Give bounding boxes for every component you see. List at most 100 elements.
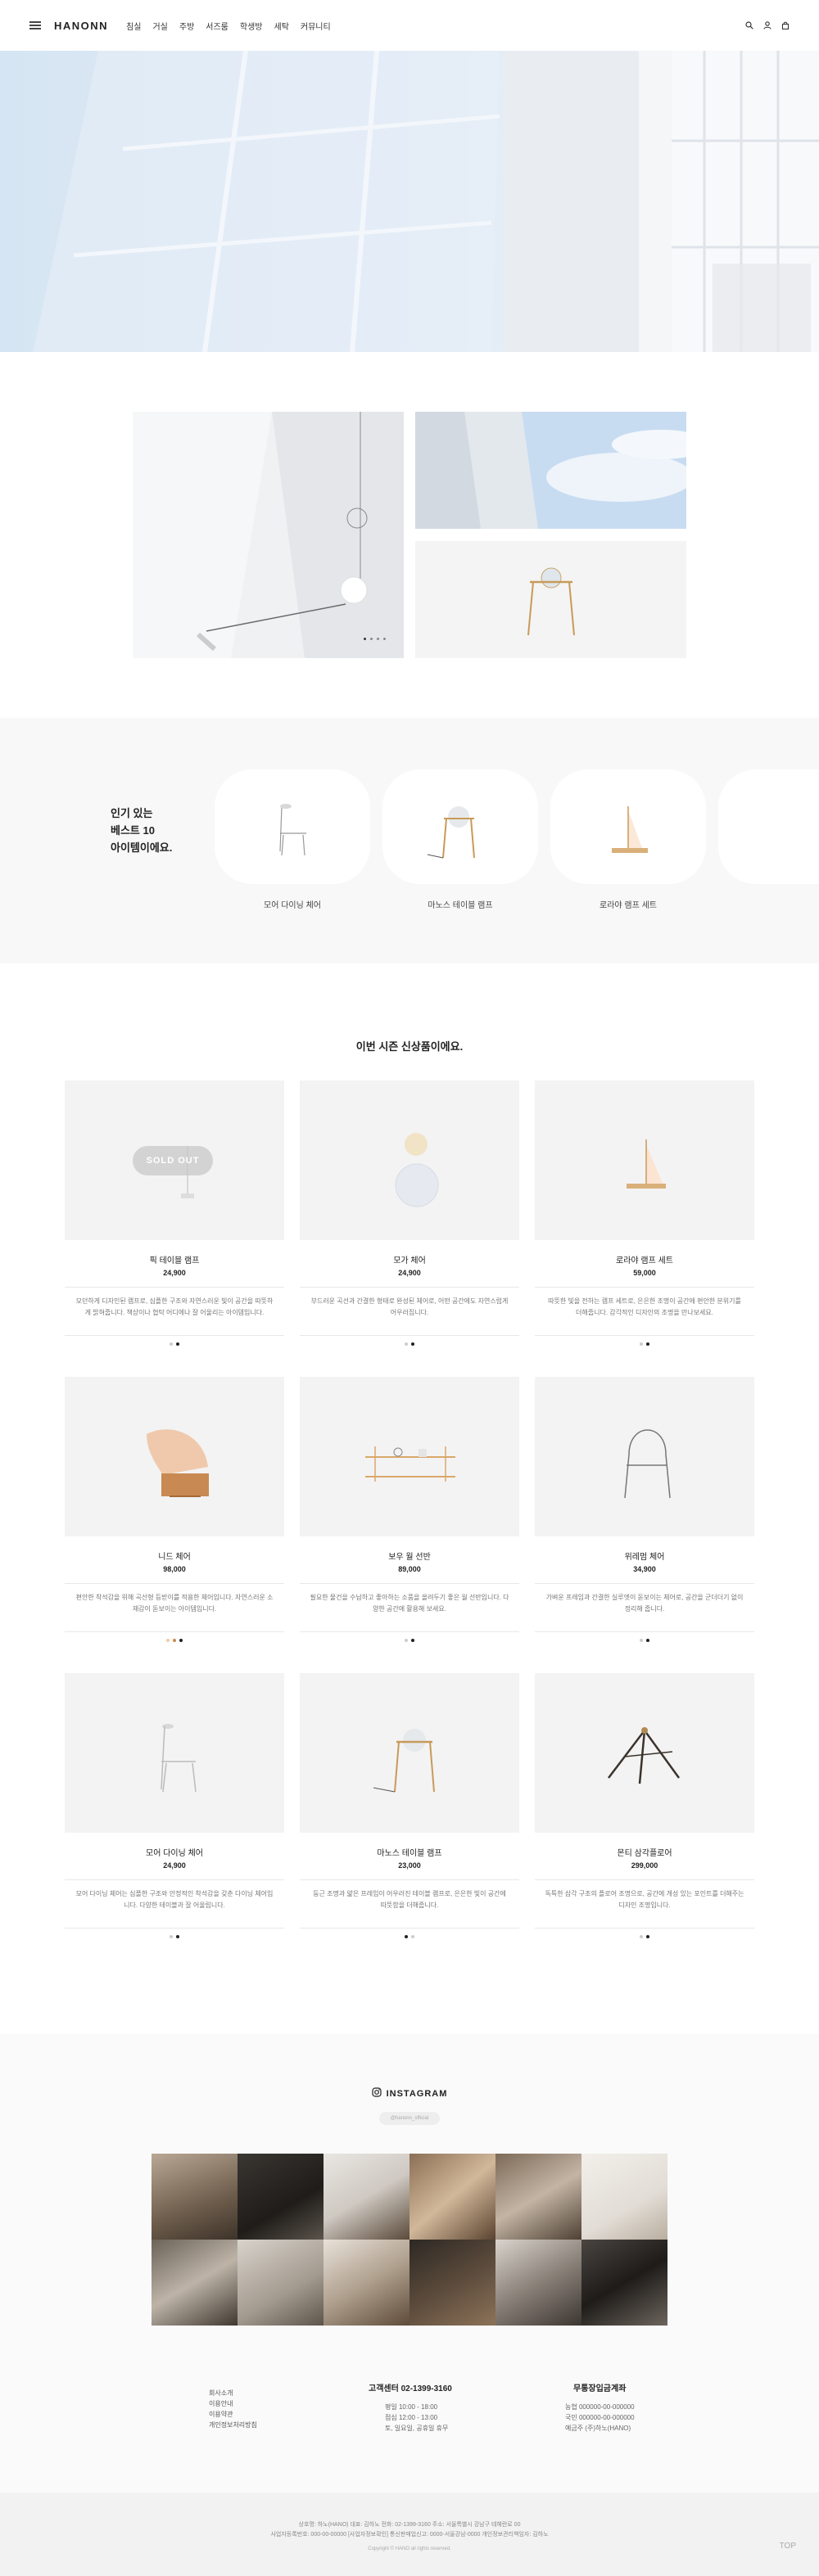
product-card[interactable]: 니드 체어 98,000 편안한 착석감을 위해 곡선형 등받이를 적용한 체어… (65, 1377, 284, 1642)
hero-image (0, 51, 819, 352)
menu-icon[interactable] (29, 21, 41, 29)
cart-icon[interactable] (781, 21, 790, 29)
product-image[interactable] (535, 1673, 754, 1833)
product-card[interactable]: 보우 월 선반 89,000 필요한 물건을 수납하고 좋아하는 소품을 올려두… (300, 1377, 519, 1642)
footer-link[interactable]: 개인정보처리방침 (209, 2420, 257, 2430)
hero-banner (0, 51, 819, 352)
product-image[interactable] (65, 1673, 284, 1833)
instagram-grid (152, 2154, 667, 2326)
product-name[interactable]: 픽 테이블 램프 (65, 1253, 284, 1265)
nav-item[interactable]: 서즈룸 (206, 20, 229, 32)
color-swatches[interactable] (535, 1639, 754, 1642)
instagram-handle[interactable]: @hanonn_official (379, 2112, 440, 2125)
divider (300, 1879, 519, 1880)
best-item-name[interactable]: 마노스 테이블 램프 (382, 898, 538, 910)
product-card[interactable]: 위레멈 체어 34,900 가벼운 프레임과 간결한 실루엣이 돋보이는 체어로… (535, 1377, 754, 1642)
color-swatches[interactable] (300, 1639, 519, 1642)
product-description: 둥근 조명과 얇은 프레임이 어우러진 테이블 램프로, 은은한 빛이 공간에 … (313, 1890, 506, 1909)
customer-center: 고객센터 02-1399-3160 평일 10:00 - 18:00 점심 12… (369, 2381, 452, 2434)
product-name[interactable]: 모가 체어 (300, 1253, 519, 1265)
color-swatches[interactable] (535, 1342, 754, 1346)
product-name[interactable]: 몬티 삼각플로어 (535, 1846, 754, 1858)
gallery-pagination[interactable] (364, 638, 386, 640)
product-card[interactable]: 모어 다이닝 체어 24,900 모어 다이닝 체어는 심플한 구조와 안정적인… (65, 1673, 284, 1938)
instagram-photo[interactable] (152, 2240, 238, 2326)
product-card[interactable]: SOLD OUT 픽 테이블 램프 24,900 모던하게 디자인된 램프로, … (65, 1080, 284, 1346)
nav-item[interactable]: 거실 (152, 20, 167, 32)
divider (535, 1287, 754, 1288)
color-swatches[interactable] (300, 1935, 519, 1938)
product-description: 부드러운 곡선과 간결한 형태로 완성된 체어로, 어떤 공간에도 자연스럽게 … (310, 1297, 509, 1316)
product-name[interactable]: 로라야 램프 세트 (535, 1253, 754, 1265)
product-price: 299,000 (631, 1861, 658, 1870)
color-swatches[interactable] (65, 1935, 284, 1938)
divider (300, 1631, 519, 1632)
best-item-name[interactable]: 모어 다이닝 체어 (215, 898, 370, 910)
divider (535, 1631, 754, 1632)
instagram-photo[interactable] (324, 2240, 410, 2326)
gallery-main-image[interactable] (133, 412, 404, 658)
instagram-photo[interactable] (324, 2154, 410, 2240)
product-image[interactable] (300, 1377, 519, 1536)
product-price: 34,900 (633, 1565, 656, 1573)
bank-info: 무통장입금계좌 농협 000000-00-000000 국민 000000-00… (565, 2381, 635, 2434)
nav-item[interactable]: 세탁 (274, 20, 289, 32)
product-card[interactable]: 마노스 테이블 램프 23,000 둥근 조명과 얇은 프레임이 어우러진 테이… (300, 1673, 519, 1938)
product-card[interactable]: 모가 체어 24,900 부드러운 곡선과 간결한 형태로 완성된 체어로, 어… (300, 1080, 519, 1346)
footer-link[interactable]: 회사소개 (209, 2388, 257, 2398)
gallery-sky-image[interactable] (415, 412, 686, 529)
instagram-photo[interactable] (495, 2240, 581, 2326)
header-icons (745, 21, 790, 29)
instagram-photo[interactable] (238, 2154, 324, 2240)
nav-item[interactable]: 주방 (179, 20, 194, 32)
color-swatches[interactable] (535, 1935, 754, 1938)
gallery-lamp-image[interactable] (415, 541, 686, 658)
site-footer: 상호명: 하노(HANO) 대표: 김하노 전화: 02-1399-3160 주… (0, 2493, 819, 2576)
product-image[interactable] (300, 1673, 519, 1833)
footer-link[interactable]: 이용안내 (209, 2398, 257, 2409)
best-card[interactable] (382, 769, 538, 884)
product-image[interactable]: SOLD OUT (65, 1080, 284, 1240)
best-item-name[interactable]: 로라야 램프 세트 (550, 898, 706, 910)
product-name[interactable]: 모어 다이닝 체어 (65, 1846, 284, 1858)
product-card[interactable]: 로라야 램프 세트 59,000 따뜻한 빛을 전하는 램프 세트로, 은은한 … (535, 1080, 754, 1346)
nav-item[interactable]: 침실 (126, 20, 141, 32)
instagram-photo[interactable] (581, 2154, 667, 2240)
main-nav: 침실 거실 주방 서즈룸 학생방 세탁 커뮤니티 (126, 20, 331, 32)
divider (300, 1335, 519, 1336)
product-description: 필요한 물건을 수납하고 좋아하는 소품을 올려두기 좋은 월 선반입니다. 다… (310, 1594, 509, 1613)
best-card-partial[interactable] (718, 769, 819, 884)
product-description: 편안한 착석감을 위해 곡선형 등받이를 적용한 체어입니다. 자연스러운 소재… (75, 1594, 274, 1613)
product-name[interactable]: 마노스 테이블 램프 (300, 1846, 519, 1858)
best-card[interactable] (215, 769, 370, 884)
product-image[interactable] (65, 1377, 284, 1536)
instagram-photo[interactable] (581, 2240, 667, 2326)
product-name[interactable]: 보우 월 선반 (300, 1550, 519, 1562)
instagram-photo[interactable] (152, 2154, 238, 2240)
best-card[interactable] (550, 769, 706, 884)
color-swatches[interactable] (300, 1342, 519, 1346)
divider (535, 1928, 754, 1929)
product-card[interactable]: 몬티 삼각플로어 299,000 독특한 삼각 구조의 플로어 조명으로, 공간… (535, 1673, 754, 1938)
instagram-photo[interactable] (495, 2154, 581, 2240)
nav-item[interactable]: 커뮤니티 (301, 20, 331, 32)
instagram-photo[interactable] (238, 2240, 324, 2326)
instagram-photo[interactable] (410, 2240, 495, 2326)
color-swatches[interactable] (65, 1342, 284, 1346)
product-image[interactable] (535, 1377, 754, 1536)
divider (300, 1583, 519, 1584)
user-icon[interactable] (763, 21, 771, 29)
nav-item[interactable]: 학생방 (240, 20, 263, 32)
divider (535, 1583, 754, 1584)
footer-link[interactable]: 이용약관 (209, 2409, 257, 2420)
scroll-top-button[interactable]: TOP (780, 2542, 796, 2551)
product-price: 98,000 (163, 1565, 186, 1573)
color-swatches[interactable] (65, 1639, 284, 1642)
site-logo[interactable]: HANONN (54, 20, 108, 32)
search-icon[interactable] (745, 21, 753, 29)
product-image[interactable] (300, 1080, 519, 1240)
instagram-photo[interactable] (410, 2154, 495, 2240)
product-name[interactable]: 니드 체어 (65, 1550, 284, 1562)
product-name[interactable]: 위레멈 체어 (535, 1550, 754, 1562)
product-image[interactable] (535, 1080, 754, 1240)
